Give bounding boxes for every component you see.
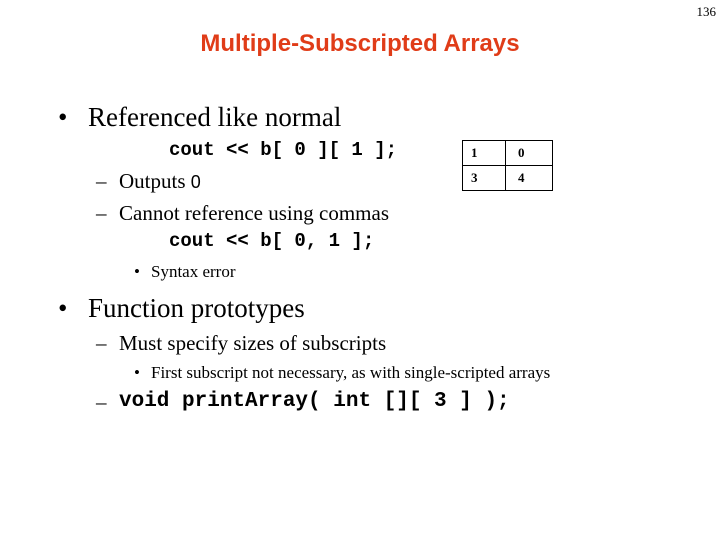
bullet-marker: •	[134, 363, 140, 382]
slide-title: Multiple-Subscripted Arrays	[200, 30, 520, 57]
dash-marker: –	[96, 201, 107, 225]
table-cell: 4	[505, 165, 553, 191]
bullet-marker: •	[58, 102, 68, 132]
dash-marker: –	[96, 390, 107, 414]
outputs-label: Outputs	[119, 169, 191, 193]
page-number: 136	[696, 4, 717, 19]
code-line-prototype: void printArray( int [][ 3 ] );	[119, 390, 510, 413]
table-row: 1 0	[462, 140, 553, 166]
array-table: 1 0 3 4	[462, 140, 553, 191]
bullet-referenced-text: Referenced like normal	[88, 102, 342, 132]
code-line-commas: cout << b[ 0, 1 ];	[169, 230, 375, 252]
first-subscript-text: First subscript not necessary, as with s…	[151, 363, 551, 382]
outputs-line: Outputs 0	[119, 169, 201, 194]
outputs-value: 0	[190, 172, 201, 192]
table-cell: 1	[462, 140, 506, 166]
syntax-error-text: Syntax error	[151, 262, 236, 281]
code-line-b01: cout << b[ 0 ][ 1 ];	[169, 139, 398, 161]
bullet-marker: •	[58, 293, 68, 323]
table-row: 3 4	[462, 165, 553, 191]
bullet-marker: •	[134, 262, 140, 281]
dash-marker: –	[96, 169, 107, 193]
commas-text: Cannot reference using commas	[119, 201, 389, 225]
table-cell: 3	[462, 165, 506, 191]
table-cell: 0	[505, 140, 553, 166]
dash-marker: –	[96, 331, 107, 355]
bullet-function-prototypes-text: Function prototypes	[88, 293, 305, 323]
must-specify-text: Must specify sizes of subscripts	[119, 331, 387, 355]
